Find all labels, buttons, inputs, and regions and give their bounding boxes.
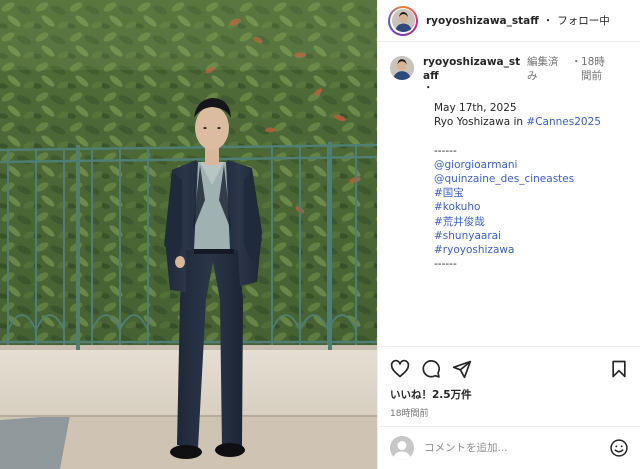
story-ring[interactable] [388,5,418,36]
share-icon[interactable] [452,359,472,379]
tag-link[interactable]: #国宝 [434,186,631,200]
default-avatar-icon [390,436,414,460]
header-separator: ・ [542,15,554,27]
heart-icon[interactable] [390,359,410,379]
caption-avatar[interactable] [390,56,414,80]
emoji-icon[interactable] [609,438,629,458]
comment-icon[interactable] [421,359,441,379]
caption-prefix: Ryo Yoshizawa in [434,116,527,129]
tag-link[interactable]: @quinzaine_des_cineastes [434,172,631,186]
post-photo[interactable] [0,0,377,469]
follow-status-button[interactable]: フォロー中 [557,13,610,28]
caption-separator: ・ [571,56,582,68]
caption-text: Ryo Yoshizawa in #Cannes2025 [434,115,631,129]
edited-label: 編集済み [527,56,559,82]
comment-input[interactable] [424,442,609,454]
tag-link[interactable]: #荒井俊哉 [434,215,631,229]
caption-divider: ------ [434,144,457,157]
hashtag-link[interactable]: #Cannes2025 [526,116,601,128]
caption-body: May 17th, 2025 Ryo Yoshizawa in #Cannes2… [434,101,631,271]
comment-bar [378,426,640,469]
tag-link[interactable]: #ryoyoshizawa [434,243,631,257]
caption-trailing-dot: ・ [423,82,434,94]
post-header: ryoyoshizawa_staff ・ フォロー中 [378,0,640,42]
user-avatar [390,436,414,460]
caption-divider-end: ------ [434,258,457,271]
caption-time[interactable]: 18時間前 [581,55,611,83]
caption-header: ryoyoshizawa_staff 編集済み ・ 18時間前 [390,55,631,83]
caption-date: May 17th, 2025 [434,102,517,114]
caption-username[interactable]: ryoyoshizawa_staff [423,55,523,83]
likes-count[interactable]: いいね！2.5万件 [390,387,629,402]
caption-avatar-image [390,56,414,80]
bookmark-icon[interactable] [609,359,629,379]
tag-link[interactable]: @giorgioarmani [434,158,631,172]
post-timestamp[interactable]: 18時間前 [390,406,629,419]
header-username[interactable]: ryoyoshizawa_staff [426,15,539,27]
action-bar: いいね！2.5万件 18時間前 [378,346,640,436]
avatar [391,9,415,32]
tag-link[interactable]: #shunyaarai [434,229,631,243]
tag-link[interactable]: #kokuho [434,200,631,214]
post-panel: ryoyoshizawa_staff ・ フォロー中 ryoyoshizawa_… [377,0,640,469]
avatar-image [391,9,415,32]
post-photo-image [0,0,377,469]
comments-area: ryoyoshizawa_staff 編集済み ・ 18時間前 ・ May 17… [378,43,640,346]
